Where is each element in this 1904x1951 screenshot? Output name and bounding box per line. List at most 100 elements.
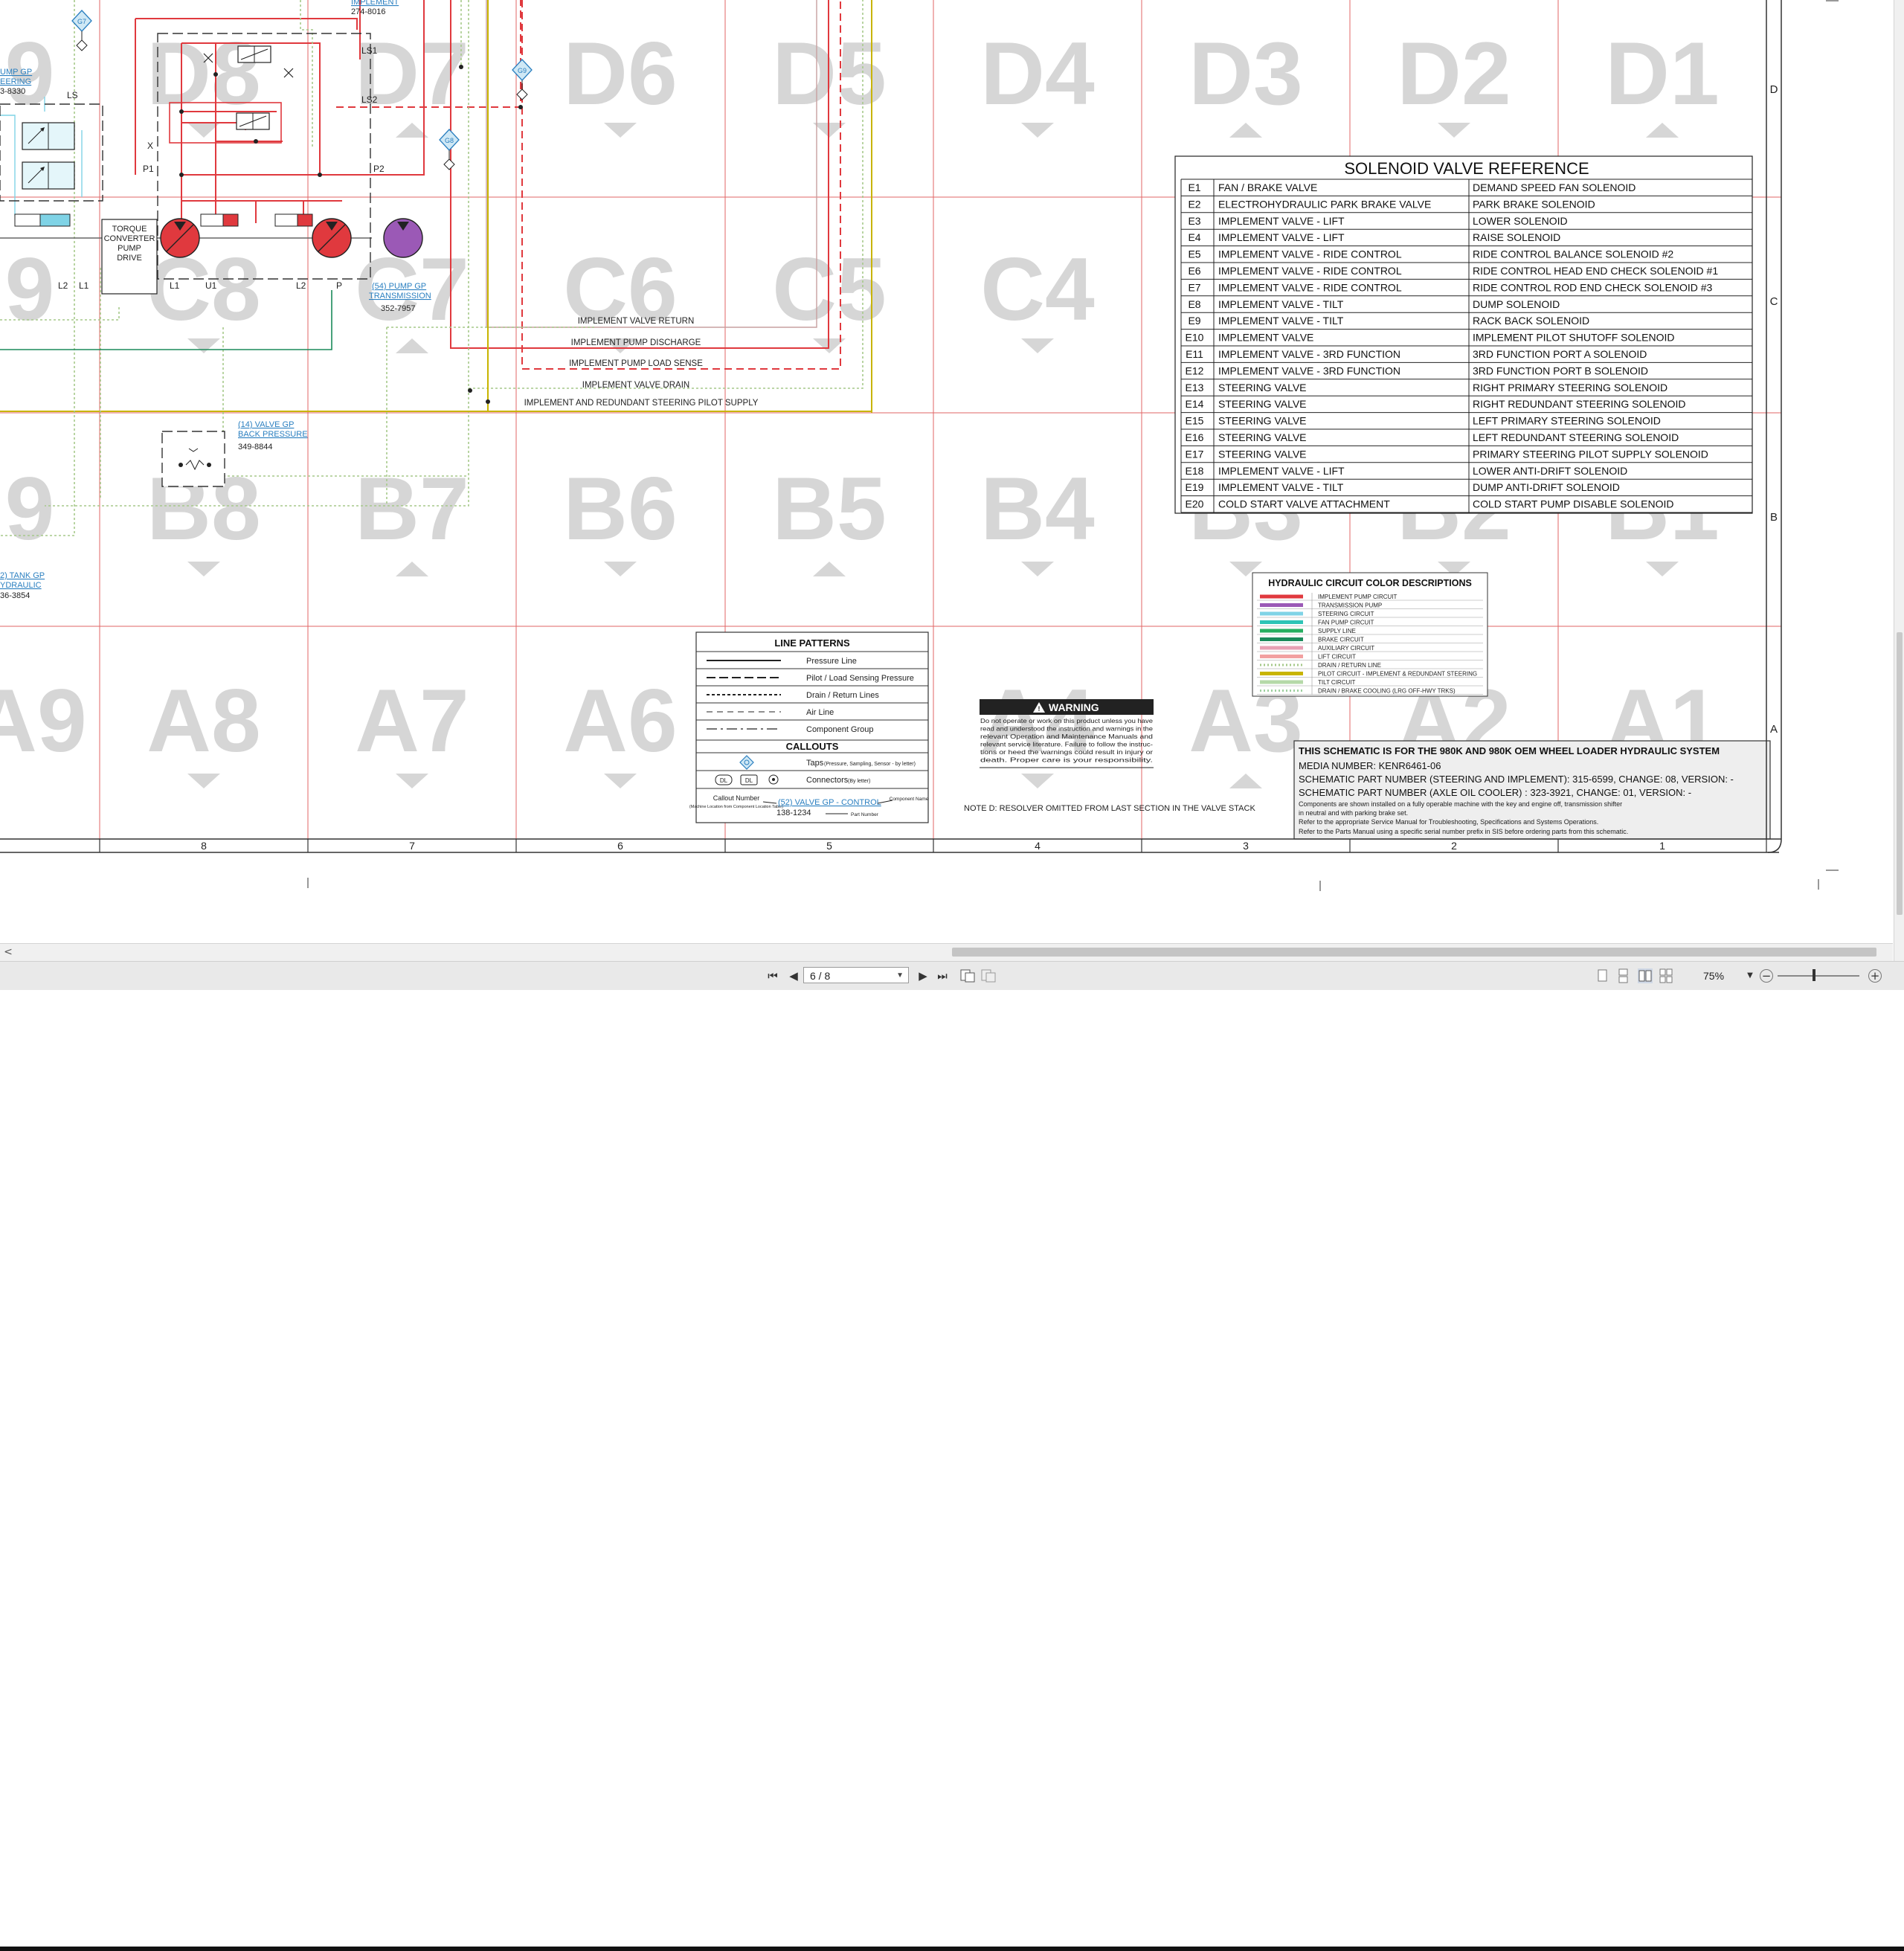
- line-label-valve-drain: IMPLEMENT VALVE DRAIN: [582, 381, 689, 390]
- solenoid-id: E14: [1186, 398, 1204, 410]
- pump-steering-link-1[interactable]: UMP GP: [0, 68, 32, 77]
- junction-dot: [213, 72, 218, 77]
- zoom-level[interactable]: 75%: [1703, 968, 1724, 984]
- tank-link-1[interactable]: 2) TANK GP: [0, 571, 45, 580]
- solenoid-valve: IMPLEMENT VALVE - 3RD FUNCTION: [1218, 364, 1400, 376]
- zoom-out-button[interactable]: −: [1760, 969, 1773, 983]
- horizontal-scrollbar[interactable]: <: [0, 943, 1893, 962]
- fit-page-icon[interactable]: [959, 968, 976, 985]
- torque-converter-line-4: DRIVE: [117, 254, 142, 263]
- port-label: L1: [79, 280, 89, 291]
- warning-title: WARNING: [1049, 701, 1099, 713]
- pump-transmission-link-1[interactable]: (54) PUMP GP: [372, 282, 426, 291]
- single-page-view-icon[interactable]: [1596, 968, 1609, 985]
- connectors-note: (By letter): [848, 779, 870, 784]
- two-page-view-icon[interactable]: [1638, 968, 1653, 985]
- torque-converter-line-3: PUMP: [118, 244, 141, 253]
- line-pattern-label: Air Line: [806, 708, 834, 717]
- solenoid-id: E2: [1188, 198, 1200, 210]
- previous-page-button[interactable]: ◀: [787, 968, 800, 984]
- implement-part: 274-8016: [351, 7, 386, 16]
- zoom-dropdown-icon[interactable]: ▼: [1743, 968, 1757, 984]
- page-number-field[interactable]: 6 / 8 ▼: [803, 967, 909, 983]
- junction-dot: [179, 109, 184, 114]
- page-dropdown-icon[interactable]: ▼: [896, 968, 904, 984]
- tap-label[interactable]: G7: [77, 18, 86, 25]
- first-page-button[interactable]: ⏮: [766, 968, 779, 984]
- port-label: LS1: [361, 45, 378, 56]
- solenoid-valve: IMPLEMENT VALVE: [1218, 332, 1313, 344]
- warning-line: read and understood the instruction and …: [980, 725, 1153, 733]
- solenoid-name: RIGHT REDUNDANT STEERING SOLENOID: [1473, 398, 1686, 410]
- title-note-3: Refer to the appropriate Service Manual …: [1299, 818, 1598, 826]
- tank-link-2[interactable]: YDRAULIC: [0, 581, 42, 590]
- solenoid-name: RACK BACK SOLENOID: [1473, 315, 1589, 327]
- zoom-in-button[interactable]: +: [1868, 969, 1882, 983]
- last-page-button[interactable]: ⏭: [936, 968, 949, 984]
- solenoid-name: DUMP ANTI-DRIFT SOLENOID: [1473, 481, 1620, 493]
- continuous-view-icon[interactable]: [1617, 968, 1630, 985]
- port-label: X: [147, 141, 153, 151]
- junction-dot: [318, 173, 322, 177]
- solenoid-table-title: SOLENOID VALVE REFERENCE: [1344, 159, 1589, 178]
- pump-control-spring: [274, 213, 298, 227]
- zone-watermark: D6: [563, 24, 677, 123]
- solenoid-id: E7: [1188, 281, 1200, 293]
- title-media: MEDIA NUMBER: KENR6461-06: [1299, 760, 1441, 771]
- title-block: THIS SCHEMATIC IS FOR THE 980K AND 980K …: [1293, 740, 1771, 840]
- solenoid-id: E4: [1188, 231, 1200, 243]
- solenoid-id: E1: [1188, 181, 1200, 193]
- solenoid-id: E16: [1186, 431, 1204, 443]
- zoom-slider-handle[interactable]: [1813, 969, 1815, 981]
- implement-link[interactable]: IMPLEMENT: [351, 0, 399, 7]
- steering-spring: [14, 213, 41, 227]
- legend-label: TILT CIRCUIT: [1318, 679, 1355, 686]
- line-label-valve-return: IMPLEMENT VALVE RETURN: [578, 317, 695, 326]
- solenoid-valve: IMPLEMENT VALVE - LIFT: [1218, 231, 1345, 243]
- title-note-4: Refer to the Parts Manual using a specif…: [1299, 828, 1628, 835]
- zone-watermark: A6: [563, 671, 677, 771]
- component-name-label: Component Name: [890, 797, 929, 802]
- tap-label[interactable]: G8: [445, 137, 454, 144]
- tank-part: 36-3854: [0, 591, 30, 600]
- solenoid-name: LOWER SOLENOID: [1473, 215, 1568, 227]
- junction-dot: [468, 388, 472, 393]
- line-label-load-sense: IMPLEMENT PUMP LOAD SENSE: [569, 359, 703, 368]
- zone-arrow-icon: [396, 562, 428, 576]
- column-number: 5: [826, 840, 832, 852]
- two-page-continuous-icon[interactable]: [1659, 968, 1673, 985]
- junction-dot: [459, 65, 463, 69]
- pump-transmission-link-2[interactable]: TRANSMISSION: [369, 292, 431, 300]
- svg-text:!: !: [1038, 705, 1041, 713]
- fit-width-icon[interactable]: [980, 968, 997, 985]
- vertical-scroll-thumb[interactable]: [1897, 632, 1903, 915]
- zone-arrow-icon: [1438, 123, 1470, 138]
- next-page-button[interactable]: ▶: [916, 968, 930, 984]
- sample-callout-part: 138-1234: [776, 809, 811, 817]
- zone-watermark-partial: A9: [0, 671, 87, 771]
- solenoid-name: 3RD FUNCTION PORT B SOLENOID: [1473, 364, 1648, 376]
- solenoid-valve: IMPLEMENT VALVE - LIFT: [1218, 215, 1345, 227]
- zoom-slider[interactable]: [1778, 975, 1859, 977]
- vertical-scrollbar[interactable]: [1894, 0, 1904, 961]
- column-number: 3: [1243, 840, 1249, 852]
- solenoid-name: RAISE SOLENOID: [1473, 231, 1560, 243]
- schematic-canvas[interactable]: D8D7D6D5D4D3D2D19C8C7C6C5C4C3C2C19B8B7B6…: [0, 0, 1904, 945]
- tap-label[interactable]: G9: [518, 67, 527, 74]
- pump-steering-link-2[interactable]: EERING: [0, 77, 31, 86]
- horizontal-scroll-thumb[interactable]: [952, 948, 1876, 957]
- port-label: L2: [296, 280, 306, 291]
- line-patterns-title: LINE PATTERNS: [774, 637, 850, 649]
- scroll-left-arrow-icon[interactable]: <: [1, 945, 15, 959]
- zone-watermark: C8: [147, 240, 260, 339]
- solenoid-id: E11: [1186, 348, 1203, 360]
- junction-dot: [518, 105, 523, 109]
- warning-line: Do not operate or work on this product u…: [980, 717, 1153, 724]
- valve-back-pressure-link-1[interactable]: (14) VALVE GP: [238, 420, 294, 429]
- sample-callout-link[interactable]: (52) VALVE GP - CONTROL: [778, 798, 881, 807]
- valve-back-pressure-link-2[interactable]: BACK PRESSURE: [238, 430, 308, 439]
- check-valve-icon: [283, 68, 294, 78]
- port-label: LS: [67, 90, 78, 100]
- pump-control-solenoid: [222, 213, 239, 227]
- zone-arrow-icon: [396, 338, 428, 353]
